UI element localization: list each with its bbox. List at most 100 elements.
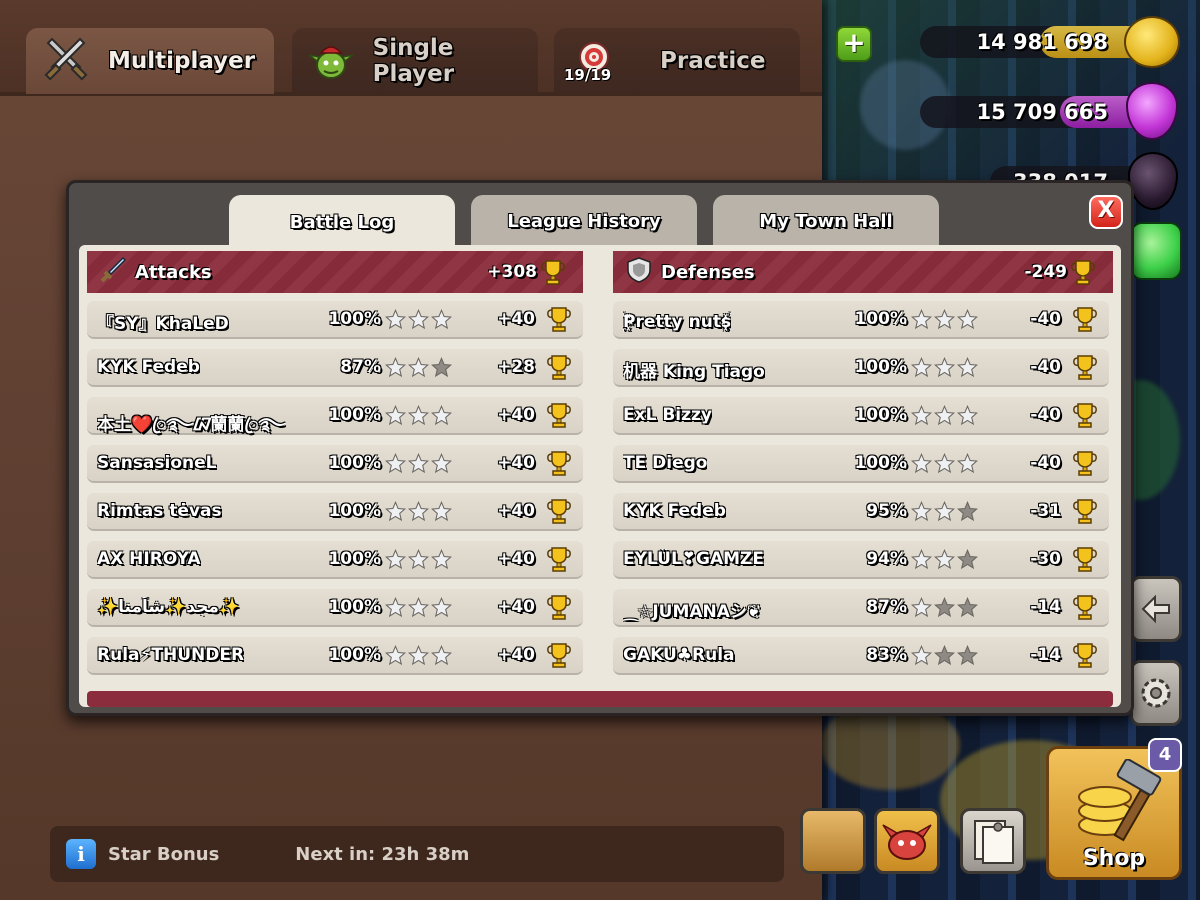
gear-icon — [1141, 678, 1171, 708]
tab-practice[interactable]: 19/19 Practice — [554, 28, 800, 94]
player-name: Rimtas tėvas — [97, 501, 222, 521]
shop-badge: 4 — [1148, 738, 1182, 772]
trophy-icon — [1073, 642, 1097, 672]
trophy-change: +28 — [497, 357, 535, 377]
star-icon — [956, 356, 979, 382]
star-icon — [933, 308, 956, 334]
trophy-change: +40 — [497, 405, 535, 425]
trophy-change: -40 — [1030, 357, 1061, 377]
star-icon — [956, 308, 979, 334]
star-icon — [956, 452, 979, 478]
battle-log-row[interactable]: ExL Bizzy 100% -40 — [613, 397, 1109, 435]
destruction-percent: 100% — [328, 309, 381, 329]
star-icon — [430, 500, 453, 526]
tab-battle-log[interactable]: Battle Log — [229, 195, 455, 249]
player-name: Rula⚡THUNDER — [97, 645, 245, 665]
battle-log-row[interactable]: TE Diego 100% -40 — [613, 445, 1109, 483]
tab-my-town-hall[interactable]: My Town Hall — [713, 195, 939, 247]
tab-league-history-label: League History — [507, 210, 661, 232]
star-rating — [384, 404, 453, 430]
close-button[interactable]: X — [1089, 195, 1123, 229]
trophy-change: +40 — [497, 549, 535, 569]
destruction-percent: 100% — [854, 357, 907, 377]
battle-log-row[interactable]: KYK Fedeb 95% -31 — [613, 493, 1109, 531]
trophy-change: -14 — [1030, 645, 1061, 665]
battle-log-row[interactable]: KYK Fedeb 87% +28 — [87, 349, 583, 387]
battle-log-row[interactable]: AX HIROYA 100% +40 — [87, 541, 583, 579]
notepad-icon — [974, 820, 1014, 864]
buy-gems-plus-button[interactable]: + — [836, 26, 872, 62]
star-rating — [910, 308, 979, 334]
tab-battle-log-label: Battle Log — [289, 211, 395, 233]
player-name: SansasioneL — [97, 453, 217, 473]
attacks-label: Attacks — [135, 261, 212, 283]
trophy-change: +40 — [497, 309, 535, 329]
battle-log-row[interactable]: GAKU♣Rula 83% -14 — [613, 637, 1109, 675]
battle-log-row[interactable]: SansasioneL 100% +40 — [87, 445, 583, 483]
star-icon — [933, 596, 956, 622]
battle-log-row[interactable]: ꙰Pretty nuts꙰ 100% -40 — [613, 301, 1109, 339]
star-rating — [384, 356, 453, 382]
trophy-icon — [1073, 306, 1097, 336]
trophy-icon — [547, 306, 571, 336]
tab-league-history[interactable]: League History — [471, 195, 697, 247]
destruction-percent: 87% — [340, 357, 381, 377]
trophy-change: +40 — [497, 453, 535, 473]
trophy-change: +40 — [497, 597, 535, 617]
tab-my-town-hall-label: My Town Hall — [759, 210, 893, 232]
trophy-change: +40 — [497, 645, 535, 665]
star-icon — [384, 548, 407, 574]
star-bonus-bar: i Star Bonus Next in: 23h 38m — [50, 826, 784, 882]
trophy-icon — [1073, 498, 1097, 528]
player-name: KYK Fedeb — [97, 357, 200, 377]
star-icon — [430, 452, 453, 478]
shop-label: Shop — [1082, 846, 1146, 871]
player-name: ⁔☆JUMANAシ❦ — [623, 602, 762, 622]
trophy-change: -40 — [1030, 405, 1061, 425]
shop-hammer-icon — [1078, 759, 1162, 842]
destruction-percent: 100% — [328, 453, 381, 473]
star-icon — [384, 308, 407, 334]
destruction-percent: 87% — [866, 597, 907, 617]
goblin-icon — [308, 37, 355, 85]
player-name: GAKU♣Rula — [623, 645, 735, 665]
battle-log-row[interactable]: Rula⚡THUNDER 100% +40 — [87, 637, 583, 675]
practice-count: 19/19 — [564, 66, 612, 84]
battle-log-row[interactable]: 『SY』KhaLeD 100% +40 — [87, 301, 583, 339]
trophy-icon — [1073, 354, 1097, 384]
battle-log-row[interactable]: ✨مجد✨شاًمنا✨ 100% +40 — [87, 589, 583, 627]
layout-edit-button[interactable] — [1130, 576, 1182, 642]
battle-log-row[interactable]: ⁔☆JUMANAシ❦ 87% -14 — [613, 589, 1109, 627]
star-icon — [407, 308, 430, 334]
battle-log-row[interactable]: EYLÜL❣GAMZE 94% -30 — [613, 541, 1109, 579]
star-icon — [910, 500, 933, 526]
trophy-icon — [1073, 402, 1097, 432]
star-rating — [910, 404, 979, 430]
settings-button[interactable] — [1130, 660, 1182, 726]
star-rating — [910, 596, 979, 622]
star-icon — [956, 644, 979, 670]
tab-single-player[interactable]: Single Player — [292, 28, 538, 94]
star-icon — [384, 500, 407, 526]
star-icon — [933, 452, 956, 478]
battle-log-row[interactable]: Rimtas tėvas 100% +40 — [87, 493, 583, 531]
trophy-icon — [547, 498, 571, 528]
tab-single-player-label: Single Player — [372, 35, 455, 87]
trophy-change: -31 — [1030, 501, 1061, 521]
builder-base-button[interactable] — [874, 808, 940, 874]
destruction-percent: 100% — [328, 645, 381, 665]
notes-button[interactable] — [960, 808, 1026, 874]
tab-multiplayer[interactable]: Multiplayer — [26, 28, 274, 94]
star-rating — [910, 356, 979, 382]
star-icon — [384, 452, 407, 478]
destruction-percent: 100% — [328, 501, 381, 521]
defenses-label: Defenses — [661, 261, 755, 283]
gold-coin-icon — [1124, 16, 1180, 68]
info-icon[interactable]: i — [66, 839, 96, 869]
battle-log-row[interactable]: 本土❤️ꦿ࿐ᮘ蘭蘭ꦿ࿐ 100% +40 — [87, 397, 583, 435]
battle-log-row[interactable]: 机器 King Tiago 100% -40 — [613, 349, 1109, 387]
star-icon — [430, 356, 453, 382]
star-icon — [933, 404, 956, 430]
star-icon — [956, 404, 979, 430]
chat-button[interactable] — [800, 808, 866, 874]
